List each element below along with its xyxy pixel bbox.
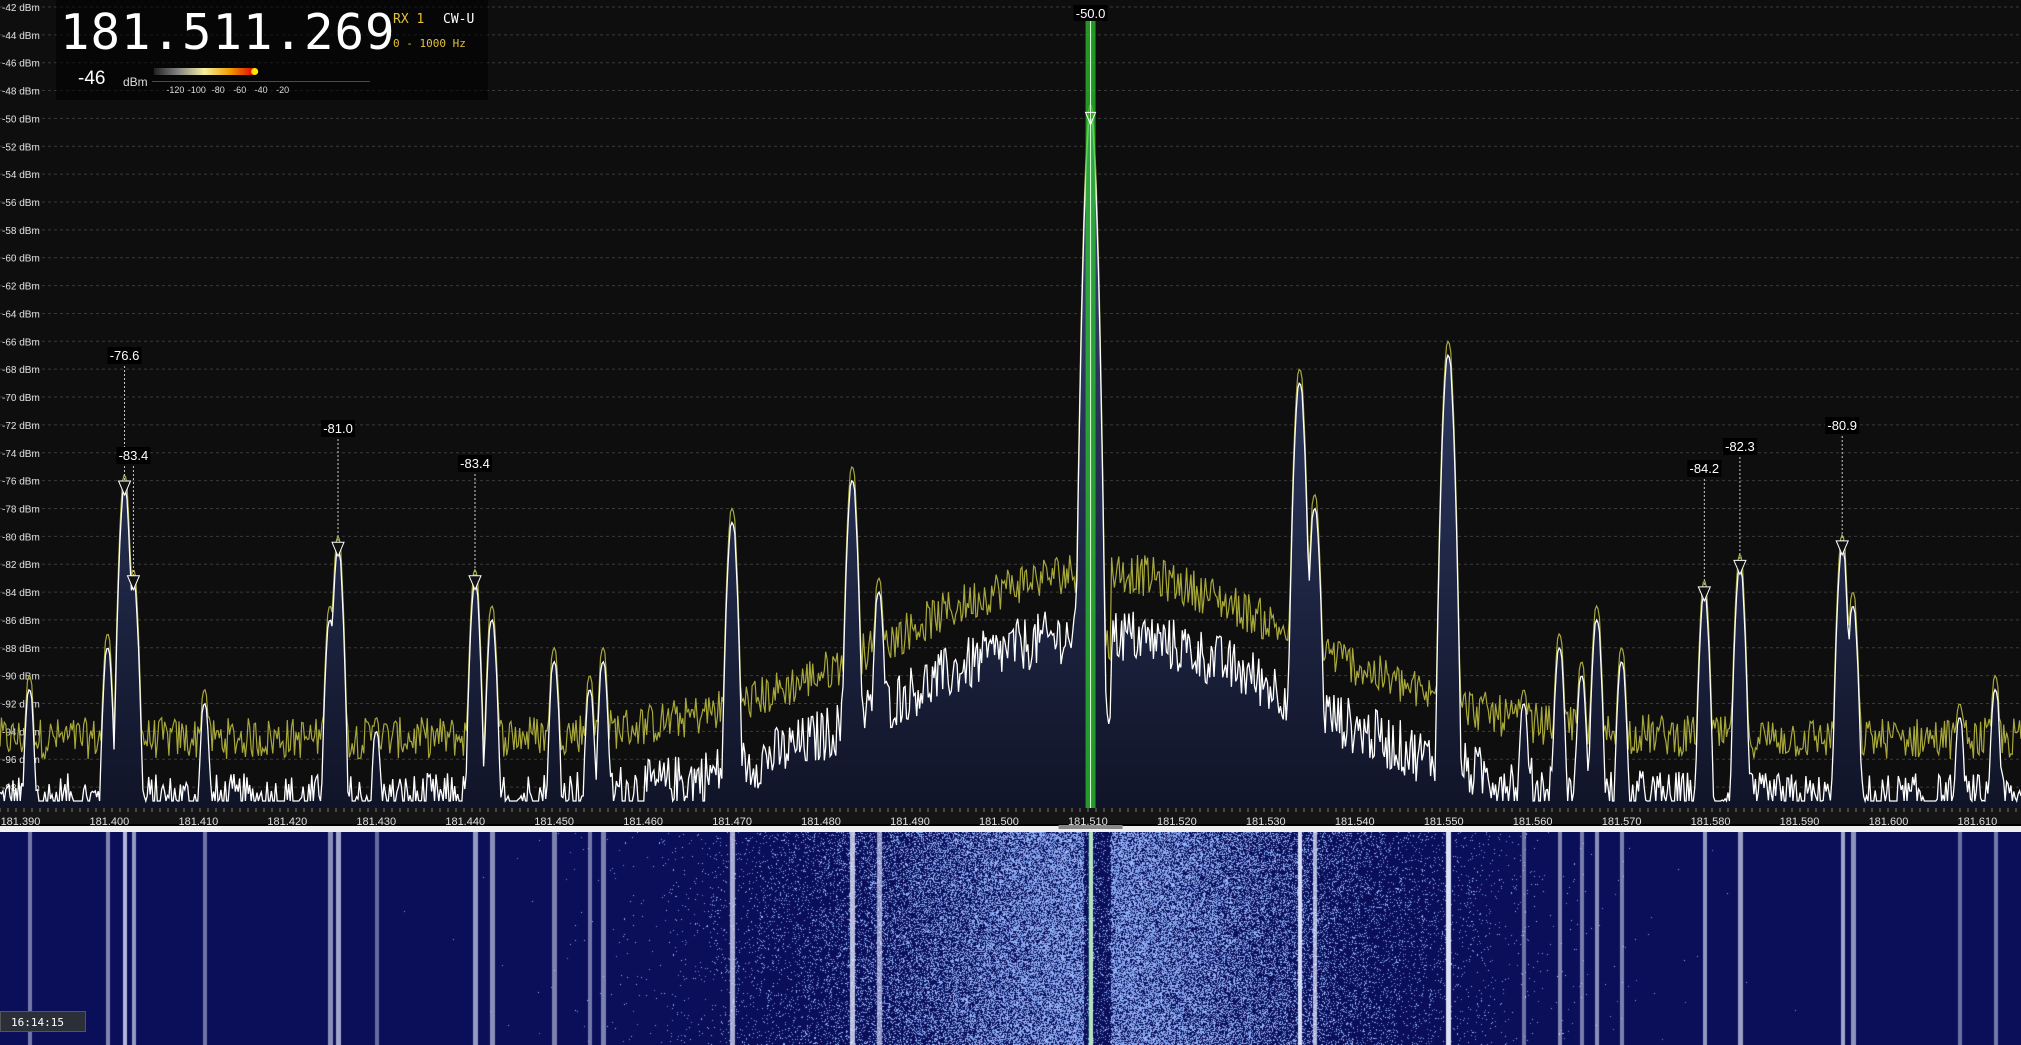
db-label: -56 dBm [2, 198, 40, 209]
db-label: -58 dBm [2, 226, 40, 237]
db-label: -76 dBm [2, 477, 40, 488]
db-label: -64 dBm [2, 309, 40, 320]
waterfall-display[interactable] [0, 832, 2021, 1045]
s-meter-tick-label: -120 [166, 85, 184, 95]
s-meter: -120 -100 -80 -60 -40 -20 [152, 68, 370, 95]
db-label: -84 dBm [2, 588, 40, 599]
waterfall-time: 16:14:15 [0, 1011, 86, 1032]
marker-level-label: -83.4 [119, 448, 149, 463]
db-label: -62 dBm [2, 282, 40, 293]
db-label: -78 dBm [2, 504, 40, 515]
marker-level-label: -83.4 [460, 456, 490, 471]
spectrum-display[interactable]: -42 dBm -44 dBm -46 dBm -48 dBm -50 dBm -52 d… [0, 0, 2021, 832]
s-meter-indicator [251, 68, 259, 75]
marker-level-label: -81.0 [323, 421, 353, 436]
s-meter-bar [154, 68, 255, 75]
db-label: -66 dBm [2, 337, 40, 348]
marker-level-label: -80.9 [1827, 418, 1857, 433]
s-meter-tick-label: -100 [188, 85, 206, 95]
mode-label[interactable]: CW-U [443, 12, 474, 27]
sdr-spectrum-window: -42 dBm -44 dBm -46 dBm -48 dBm -50 dBm -52 d… [0, 0, 2021, 1045]
db-label: -90 dBm [2, 672, 40, 683]
tuned-level-label: -50.0 [1076, 6, 1106, 21]
s-meter-tick-label: -40 [255, 85, 268, 95]
db-label: -44 dBm [2, 31, 40, 42]
bandwidth-label[interactable]: 0 - 1000 Hz [393, 37, 466, 50]
db-label: -60 dBm [2, 254, 40, 265]
signal-level-unit: dBm [123, 75, 148, 89]
marker-level-label: -84.2 [1690, 461, 1720, 476]
db-label: -86 dBm [2, 616, 40, 627]
db-label: -92 dBm [2, 700, 40, 711]
db-label: -52 dBm [2, 142, 40, 153]
db-label: -50 dBm [2, 114, 40, 125]
marker-level-label: -76.6 [110, 348, 140, 363]
s-meter-tick-label: -80 [212, 85, 225, 95]
db-label: -46 dBm [2, 59, 40, 70]
db-label: -70 dBm [2, 393, 40, 404]
db-label: -42 dBm [2, 3, 40, 14]
db-label: -48 dBm [2, 87, 40, 98]
s-meter-tick-label: -60 [233, 85, 246, 95]
marker-level-label: -82.3 [1725, 439, 1755, 454]
db-label: -68 dBm [2, 365, 40, 376]
vfo-frequency[interactable]: 181.511.269 [60, 4, 396, 61]
db-label: -80 dBm [2, 532, 40, 543]
signal-level-value: -46 [78, 68, 106, 89]
db-label: -88 dBm [2, 644, 40, 655]
db-label: -54 dBm [2, 170, 40, 181]
db-label: -82 dBm [2, 560, 40, 571]
db-label: -74 dBm [2, 449, 40, 460]
splitter-handle[interactable] [1058, 825, 1123, 829]
s-meter-tick-label: -20 [276, 85, 289, 95]
db-label: -72 dBm [2, 421, 40, 432]
rx-label[interactable]: RX 1 [393, 12, 424, 27]
